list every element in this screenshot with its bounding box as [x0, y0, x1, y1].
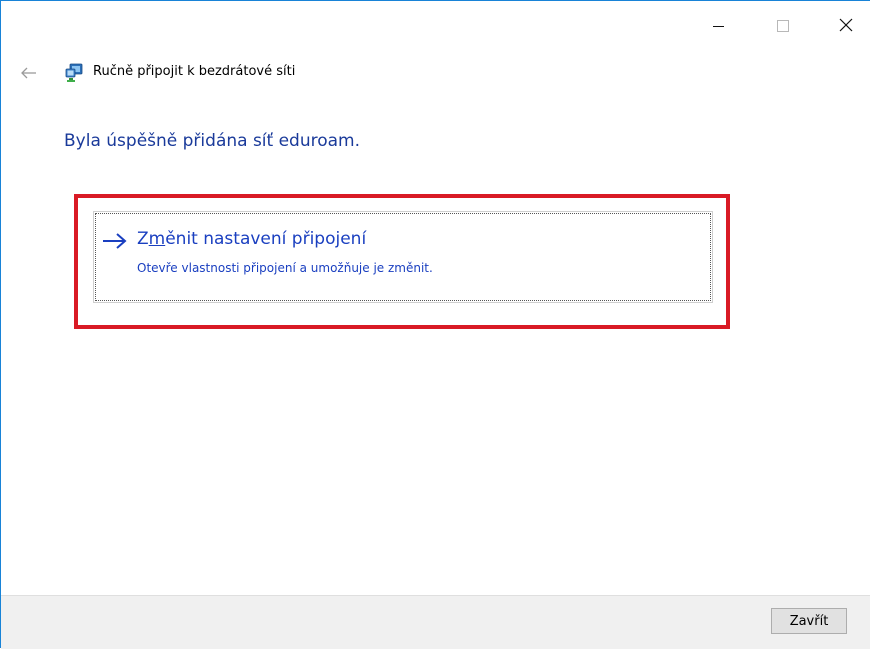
back-button[interactable]: [17, 61, 41, 85]
network-icon: [65, 63, 83, 82]
command-link-title: Změnit nastavení připojení: [137, 229, 367, 249]
window-title: Ručně připojit k bezdrátové síti: [93, 64, 296, 79]
back-arrow-icon: [21, 67, 36, 79]
minimize-button[interactable]: [695, 1, 741, 49]
dialog-window: Ručně připojit k bezdrátové síti Byla ús…: [0, 0, 870, 649]
maximize-icon: [777, 20, 789, 32]
close-icon: [839, 18, 853, 32]
success-heading: Byla úspěšně přidána síť eduroam.: [64, 131, 361, 151]
title-bar: [1, 1, 870, 49]
close-button[interactable]: [823, 1, 869, 49]
arrow-right-icon: [103, 233, 127, 249]
footer-bar: Zavřít: [1, 595, 870, 649]
command-link-description: Otevře vlastnosti připojení a umožňuje j…: [137, 261, 433, 275]
navigation-bar: Ručně připojit k bezdrátové síti: [1, 57, 870, 89]
change-connection-settings-link[interactable]: Změnit nastavení připojení Otevře vlastn…: [93, 211, 713, 303]
maximize-button[interactable]: [760, 1, 806, 49]
minimize-icon: [712, 25, 724, 27]
close-dialog-button[interactable]: Zavřít: [771, 608, 847, 634]
